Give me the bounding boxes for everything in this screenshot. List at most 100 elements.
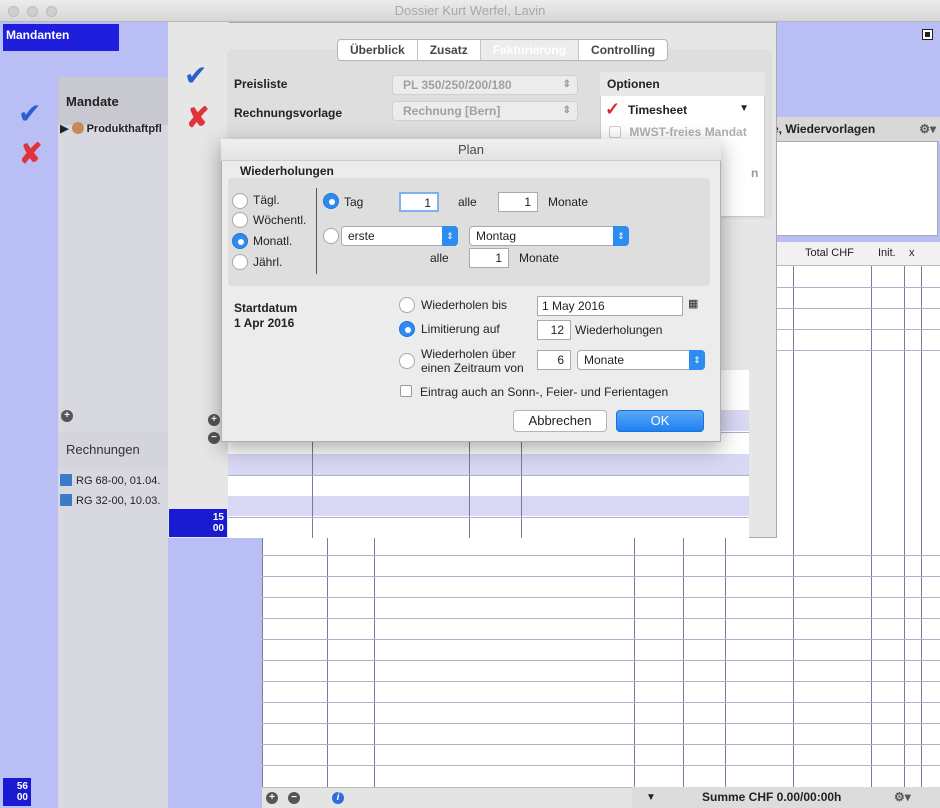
wiedervorlagen-header: e, Wiedervorlagen ⚙▾ (769, 117, 940, 141)
confirm-check-icon[interactable]: ✔ (184, 62, 207, 90)
tab-controlling[interactable]: Controlling (579, 40, 667, 60)
cancel-button[interactable]: Abbrechen (513, 410, 607, 432)
alle-months-input[interactable]: 1 (469, 248, 509, 268)
remove-icon[interactable]: − (208, 432, 220, 444)
preisliste-value: PL 350/250/200/180 (403, 78, 512, 92)
mandanten-label: Mandanten (3, 24, 119, 51)
calendar-icon[interactable]: ▦ (688, 297, 698, 310)
cancel-x-icon[interactable]: ✘ (186, 104, 209, 132)
count-badge-bottom: 00 (16, 792, 28, 803)
cancel-x-icon[interactable]: ✘ (19, 140, 42, 168)
zeitraum-unit-value: Monate (584, 353, 625, 367)
rechnungen-title: Rechnungen (58, 432, 168, 468)
close-window-button[interactable] (8, 6, 19, 17)
tag-label: Tag (344, 195, 364, 209)
radio-button-selected[interactable] (232, 233, 248, 249)
zeitraum-label-line1: Wiederholen über (421, 347, 516, 361)
gear-icon[interactable]: ⚙▾ (894, 787, 911, 808)
add-icon[interactable]: + (266, 792, 278, 804)
count-badge-top: 56 (16, 781, 28, 792)
rechnungsvorlage-value: Rechnung [Bern] (403, 104, 501, 118)
rechnung-item[interactable]: RG 32-00, 10.03. (60, 494, 168, 512)
minimize-window-button[interactable] (27, 6, 38, 17)
timesheet-label: Timesheet (628, 103, 688, 117)
wiedervorlagen-list (769, 141, 938, 236)
radio-button[interactable] (232, 212, 248, 228)
startdatum-label: Startdatum (234, 301, 298, 315)
column-total-chf[interactable]: Total CHF (805, 247, 854, 259)
disclosure-triangle-icon[interactable]: ▶ (60, 123, 68, 135)
zoom-window-button[interactable] (46, 6, 57, 17)
wiederholen-bis-label: Wiederholen bis (421, 298, 508, 312)
plan-title: Plan (221, 139, 721, 161)
column-init[interactable]: Init. (878, 247, 896, 259)
zeitraum-unit-select[interactable]: Monate ⇕ (577, 350, 705, 370)
startdatum-value: 1 Apr 2016 (234, 316, 295, 330)
dropdown-arrow-icon[interactable]: ▼ (739, 103, 749, 114)
limitierung-label: Limitierung auf (421, 322, 500, 336)
window-resize-icon[interactable] (922, 29, 933, 40)
updown-chevron-icon: ⇕ (562, 105, 571, 116)
radio-wiederholen-bis[interactable] (399, 297, 415, 313)
radio-limitierung[interactable] (399, 321, 415, 337)
weekday-select[interactable]: Montag ⇕ (469, 226, 629, 246)
tab-ueberblick[interactable]: Überblick (338, 40, 418, 60)
radio-button[interactable] (232, 193, 248, 209)
limitierung-input[interactable]: 12 (537, 320, 571, 340)
rechnungsvorlage-select[interactable]: Rechnung [Bern] ⇕ (392, 101, 578, 121)
rechnung-item[interactable]: RG 68-00, 01.04. (60, 474, 168, 492)
radio-label: Tägl. (253, 193, 280, 207)
radio-label: Monatl. (253, 234, 293, 248)
add-mandate-icon[interactable]: + (61, 410, 73, 422)
dossier-sidebar (168, 22, 229, 538)
mwst-checkbox[interactable] (609, 126, 621, 138)
weekday-value: Montag (476, 229, 517, 243)
count-badge: 56 00 (3, 778, 31, 806)
ok-button[interactable]: OK (616, 410, 704, 432)
alle-label: alle (430, 251, 449, 265)
ordinal-select[interactable]: erste ⇕ (341, 226, 458, 246)
dossier-tabs: Überblick Zusatz Fakturierung Controllin… (337, 39, 669, 61)
count-badge: 15 00 (169, 509, 227, 537)
zeitraum-label-line2: einen Zeitraum von (421, 361, 524, 375)
preisliste-label: Preisliste (234, 77, 288, 91)
confirm-check-icon[interactable]: ✔ (18, 100, 41, 128)
monate-label: Monate (519, 251, 560, 265)
table-header: Total CHF Init. x (769, 242, 940, 266)
mandate-list-item[interactable]: ▶ Produkthaftpfl (60, 122, 168, 135)
timesheet-option[interactable]: ✓ Timesheet ▼ (605, 99, 763, 121)
remove-icon[interactable]: − (288, 792, 300, 804)
tab-zusatz[interactable]: Zusatz (418, 40, 481, 60)
wiederholen-bis-input[interactable]: 1 May 2016 (537, 296, 683, 316)
person-icon (71, 122, 84, 134)
sonntag-checkbox[interactable] (400, 385, 412, 397)
radio-tag[interactable] (323, 193, 339, 209)
radio-button[interactable] (232, 254, 248, 270)
wiedervorlagen-title: e, Wiedervorlagen (772, 122, 876, 136)
preisliste-select[interactable]: PL 350/250/200/180 ⇕ (392, 75, 578, 95)
alle-input[interactable]: 1 (498, 192, 538, 212)
add-icon[interactable]: + (208, 414, 220, 426)
wiederholungen-title: Wiederholungen (240, 164, 334, 178)
mwst-option[interactable]: MWST-freies Mandat (609, 125, 747, 139)
info-icon[interactable]: i (332, 792, 344, 804)
dropdown-arrow-icon[interactable]: ▼ (646, 787, 656, 808)
window-title: Dossier Kurt Werfel, Lavin (394, 3, 546, 18)
zeitraum-input[interactable]: 6 (537, 350, 571, 370)
rechnung-item-label: RG 68-00, 01.04. (76, 475, 161, 487)
count-badge-bottom: 00 (212, 523, 224, 534)
document-icon (60, 494, 72, 506)
radio-zeitraum[interactable] (399, 353, 415, 369)
gear-icon[interactable]: ⚙▾ (919, 117, 936, 141)
tag-input[interactable]: 1 (399, 192, 439, 212)
column-x[interactable]: x (909, 247, 915, 259)
mwst-label: MWST-freies Mandat (629, 125, 747, 139)
radio-weekday[interactable] (323, 228, 339, 244)
sonntag-label: Eintrag auch an Sonn-, Feier- und Ferien… (420, 385, 669, 399)
ordinal-value: erste (348, 229, 375, 243)
tab-fakturierung[interactable]: Fakturierung (480, 40, 580, 60)
updown-chevron-icon: ⇕ (613, 226, 629, 246)
red-check-icon: ✓ (605, 99, 621, 119)
sum-label: Summe CHF 0.00/00:00h (702, 790, 842, 804)
table-body-upper (769, 266, 940, 370)
